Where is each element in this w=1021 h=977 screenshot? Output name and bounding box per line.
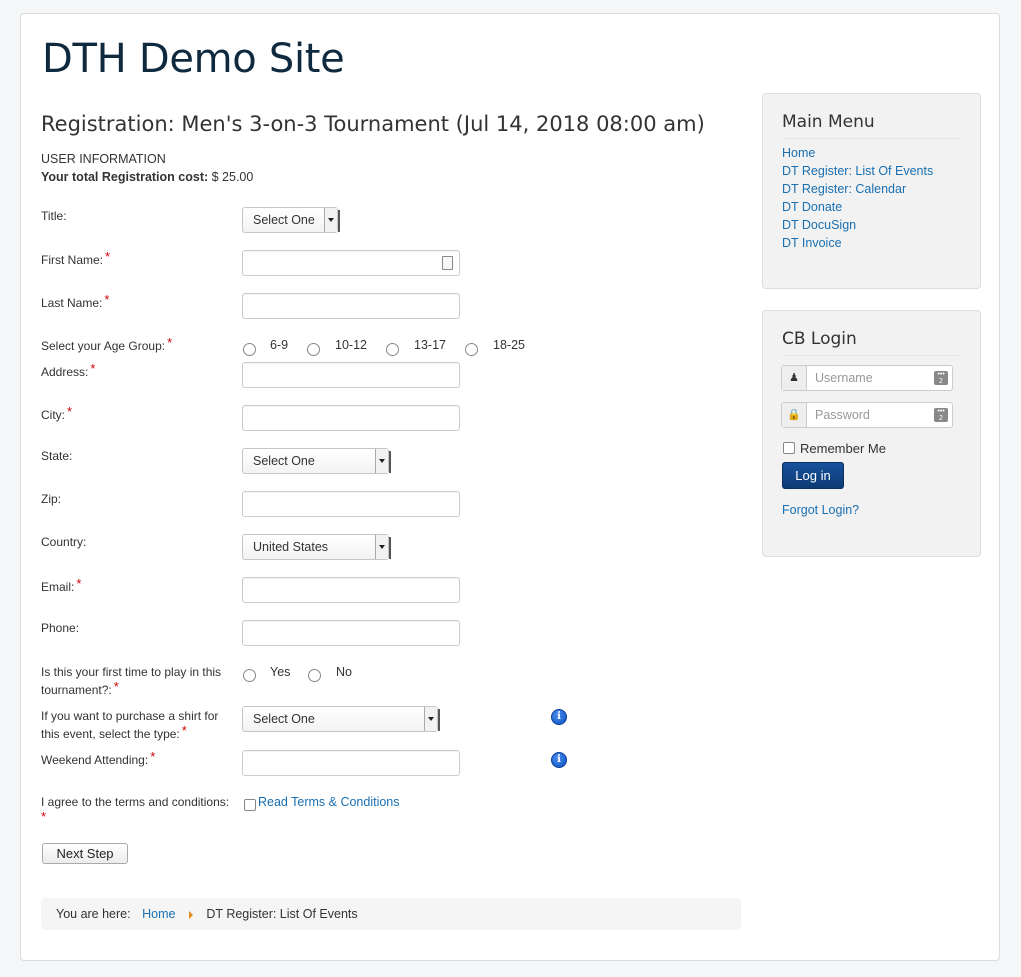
- login-button[interactable]: Log in: [782, 462, 844, 489]
- age-18-25-radio[interactable]: [465, 343, 478, 356]
- password-manager-icon[interactable]: ••• 2: [934, 408, 948, 422]
- city-label: City: *: [41, 404, 73, 422]
- state-label: State:: [41, 449, 73, 463]
- breadcrumb-current: DT Register: List Of Events: [206, 907, 358, 921]
- first-time-yes-label: Yes: [270, 665, 291, 679]
- forgot-login-link[interactable]: Forgot Login?: [782, 503, 859, 517]
- menu-item-docusign[interactable]: DT DocuSign: [782, 218, 856, 232]
- next-step-button[interactable]: Next Step: [42, 843, 128, 864]
- select-shadow: [389, 451, 391, 473]
- breadcrumb-separator-icon: [188, 910, 193, 919]
- module-divider: [782, 138, 960, 139]
- shirt-label: If you want to purchase a shirt for this…: [41, 709, 219, 741]
- age-6-9-radio[interactable]: [243, 343, 256, 356]
- state-select-value: Select One: [253, 454, 315, 468]
- chevron-down-icon: [324, 208, 337, 232]
- menu-item-home[interactable]: Home: [782, 146, 815, 160]
- phone-label: Phone:: [41, 621, 80, 635]
- select-shadow: [338, 210, 340, 232]
- password-input[interactable]: 🔒 Password ••• 2: [781, 402, 953, 428]
- select-shadow: [389, 537, 391, 559]
- cb-login-module: CB Login ♟ Username ••• 2 🔒 Password ••• 2…: [762, 310, 981, 557]
- select-shadow: [438, 709, 440, 731]
- title-label: Title:: [41, 209, 67, 223]
- country-label: Country:: [41, 535, 87, 549]
- age-10-12-radio[interactable]: [307, 343, 320, 356]
- lock-icon: 🔒: [782, 403, 807, 427]
- email-input[interactable]: [242, 577, 460, 603]
- cost-value: $ 25.00: [211, 170, 254, 184]
- address-label: Address: *: [41, 361, 96, 379]
- age-6-9-label: 6-9: [270, 338, 289, 352]
- first-time-yes-radio[interactable]: [243, 669, 256, 682]
- country-select[interactable]: United States: [242, 534, 391, 560]
- registration-title: Registration: Men's 3-on-3 Tournament (J…: [41, 112, 705, 136]
- age-18-25-label: 18-25: [493, 338, 525, 352]
- age-group-label: Select your Age Group: *: [41, 335, 173, 353]
- username-placeholder: Username: [815, 371, 873, 385]
- shirt-select[interactable]: Select One: [242, 706, 440, 732]
- cost-label: Your total Registration cost:: [41, 170, 209, 184]
- module-divider: [782, 355, 960, 356]
- country-select-value: United States: [253, 540, 329, 554]
- user-icon: ♟: [782, 366, 807, 390]
- section-heading: USER INFORMATION: [41, 152, 166, 166]
- age-13-17-label: 13-17: [414, 338, 446, 352]
- username-input[interactable]: ♟ Username ••• 2: [781, 365, 953, 391]
- title-select-value: Select One: [253, 213, 315, 227]
- breadcrumb: You are here: Home DT Register: List Of …: [41, 898, 741, 930]
- first-time-no-radio[interactable]: [308, 669, 321, 682]
- remember-me-label[interactable]: Remember Me: [800, 441, 886, 456]
- chevron-down-icon: [375, 449, 388, 473]
- info-icon[interactable]: i: [551, 709, 567, 725]
- breadcrumb-prefix: You are here:: [56, 907, 131, 921]
- first-time-label: Is this your first time to play in this …: [41, 665, 222, 697]
- city-input[interactable]: [242, 405, 460, 431]
- menu-item-calendar[interactable]: DT Register: Calendar: [782, 182, 906, 196]
- site-title[interactable]: DTH Demo Site: [42, 36, 345, 82]
- breadcrumb-home-link[interactable]: Home: [142, 907, 175, 921]
- info-icon[interactable]: i: [551, 752, 567, 768]
- main-menu-title: Main Menu: [782, 112, 875, 132]
- chevron-down-icon: [375, 535, 388, 559]
- first-name-input[interactable]: [242, 250, 460, 276]
- chevron-down-icon: [424, 707, 437, 731]
- remember-me-checkbox[interactable]: [783, 442, 795, 454]
- phone-input[interactable]: [242, 620, 460, 646]
- first-time-no-label: No: [336, 665, 352, 679]
- page-container: DTH Demo Site Registration: Men's 3-on-3…: [20, 13, 1000, 961]
- title-select[interactable]: Select One: [242, 207, 340, 233]
- registration-cost: Your total Registration cost: $ 25.00: [41, 170, 253, 184]
- terms-checkbox[interactable]: [244, 799, 256, 811]
- state-select[interactable]: Select One: [242, 448, 391, 474]
- weekend-input[interactable]: [242, 750, 460, 776]
- email-label: Email: *: [41, 576, 82, 594]
- age-13-17-radio[interactable]: [386, 343, 399, 356]
- cb-login-title: CB Login: [782, 329, 857, 349]
- password-placeholder: Password: [815, 408, 870, 422]
- contact-card-icon[interactable]: [442, 256, 453, 270]
- menu-item-list-of-events[interactable]: DT Register: List Of Events: [782, 164, 933, 178]
- last-name-input[interactable]: [242, 293, 460, 319]
- first-name-label: First Name: *: [41, 249, 111, 267]
- password-manager-icon[interactable]: ••• 2: [934, 371, 948, 385]
- weekend-label: Weekend Attending: *: [41, 749, 156, 767]
- zip-label: Zip:: [41, 492, 62, 506]
- shirt-select-value: Select One: [253, 712, 315, 726]
- terms-link[interactable]: Read Terms & Conditions: [258, 795, 400, 809]
- menu-item-donate[interactable]: DT Donate: [782, 200, 842, 214]
- age-10-12-label: 10-12: [335, 338, 367, 352]
- zip-input[interactable]: [242, 491, 460, 517]
- last-name-label: Last Name: *: [41, 292, 110, 310]
- address-input[interactable]: [242, 362, 460, 388]
- main-menu-module: Main Menu Home DT Register: List Of Even…: [762, 93, 981, 289]
- menu-item-invoice[interactable]: DT Invoice: [782, 236, 842, 250]
- terms-label: I agree to the terms and conditions: *: [41, 795, 230, 824]
